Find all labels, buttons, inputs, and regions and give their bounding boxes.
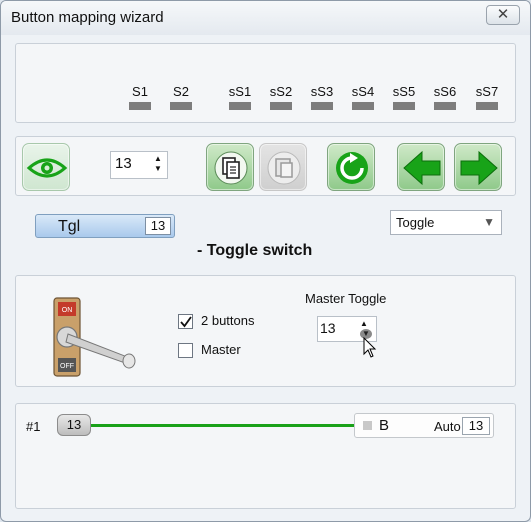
prev-button[interactable]	[397, 143, 445, 191]
mode-description: - Toggle switch	[197, 242, 313, 259]
switch-indicator-ss5	[393, 102, 415, 110]
output-mapping-box[interactable]: B Auto 13	[354, 413, 494, 438]
switch-indicator-ss1	[229, 102, 251, 110]
switch-indicator-s1	[129, 102, 151, 110]
toggle-options-panel: ON OFF 2 buttons Master 13 ▲ ▼	[15, 275, 516, 387]
switch-indicator-ss2	[270, 102, 292, 110]
switch-on-text: ON	[62, 307, 73, 314]
switch-label-ss2: sS2	[269, 84, 293, 99]
two-buttons-checkbox[interactable]	[178, 314, 193, 329]
button-mapping-wizard-window: Button mapping wizard ✕ S1 S2 sS1 sS2 sS…	[0, 0, 531, 522]
toggle-switch-icon: ON OFF	[53, 297, 136, 377]
switch-label-ss5: sS5	[392, 84, 416, 99]
mapping-row-label: #1	[26, 419, 41, 434]
master-spinner-arrows[interactable]: ▲ ▼	[360, 319, 372, 339]
spin-down-icon[interactable]: ▼	[154, 164, 164, 174]
switch-label-s2: S2	[173, 84, 189, 99]
auto-value-field[interactable]: 13	[462, 417, 490, 435]
mode-type-select[interactable]: Toggle ▼	[390, 210, 502, 235]
switch-indicator-ss6	[434, 102, 456, 110]
auto-label: Auto	[434, 419, 461, 434]
next-button[interactable]	[454, 143, 502, 191]
mapping-connection-line	[91, 424, 355, 427]
input-button-pill[interactable]: 13	[57, 414, 91, 436]
close-icon: ✕	[496, 6, 510, 23]
close-button[interactable]: ✕	[486, 5, 520, 25]
paste-icon	[267, 151, 301, 185]
spin-up-icon[interactable]: ▲	[360, 319, 370, 329]
output-indicator-square	[363, 421, 372, 430]
master-checkbox[interactable]	[178, 343, 193, 358]
checkmark-icon	[180, 316, 192, 328]
master-toggle-value: 13	[320, 320, 336, 336]
switch-off-text: OFF	[60, 363, 74, 370]
toolbar-panel: 13 ▲ ▼	[15, 136, 516, 196]
mouse-cursor-icon	[363, 337, 377, 358]
switch-label-ss4: sS4	[351, 84, 375, 99]
refresh-button[interactable]	[327, 143, 375, 191]
master-toggle-label: Master Toggle	[305, 291, 387, 306]
input-button-number: 13	[66, 417, 82, 432]
arrow-right-icon	[460, 150, 498, 186]
eye-icon	[26, 158, 68, 178]
spinner-arrows[interactable]: ▲ ▼	[154, 154, 164, 174]
refresh-icon	[336, 152, 368, 184]
switch-indicator-ss7	[476, 102, 498, 110]
switch-label-ss1: sS1	[228, 84, 252, 99]
copy-button[interactable]	[206, 143, 254, 191]
copy-icon	[214, 151, 248, 185]
mode-indicator[interactable]: Tgl 13	[35, 214, 175, 238]
mode-type-value: Toggle	[396, 215, 435, 230]
switch-state-panel: S1 S2 sS1 sS2 sS3 sS4 sS5 sS6 sS7	[15, 43, 516, 123]
paste-button[interactable]	[259, 143, 307, 191]
switch-label-ss7: sS7	[475, 84, 499, 99]
chevron-down-icon[interactable]: ▼	[483, 215, 495, 229]
master-label: Master	[201, 342, 241, 357]
button-number-value: 13	[115, 155, 132, 172]
spin-up-icon[interactable]: ▲	[154, 154, 164, 164]
switch-label-ss3: sS3	[310, 84, 334, 99]
window-title: Button mapping wizard	[11, 9, 164, 26]
view-button[interactable]	[22, 143, 70, 191]
switch-label-ss6: sS6	[433, 84, 457, 99]
switch-indicator-s2	[170, 102, 192, 110]
output-label: B	[379, 417, 390, 434]
mode-button-number: 13	[145, 217, 171, 235]
button-number-spinner[interactable]: 13 ▲ ▼	[110, 151, 168, 179]
switch-indicator-ss3	[311, 102, 333, 110]
mode-short-label: Tgl	[58, 218, 81, 235]
switch-label-s1: S1	[132, 84, 148, 99]
switch-indicator-ss4	[352, 102, 374, 110]
two-buttons-label: 2 buttons	[201, 313, 255, 328]
title-bar: Button mapping wizard ✕	[1, 1, 530, 35]
arrow-left-icon	[403, 150, 441, 186]
